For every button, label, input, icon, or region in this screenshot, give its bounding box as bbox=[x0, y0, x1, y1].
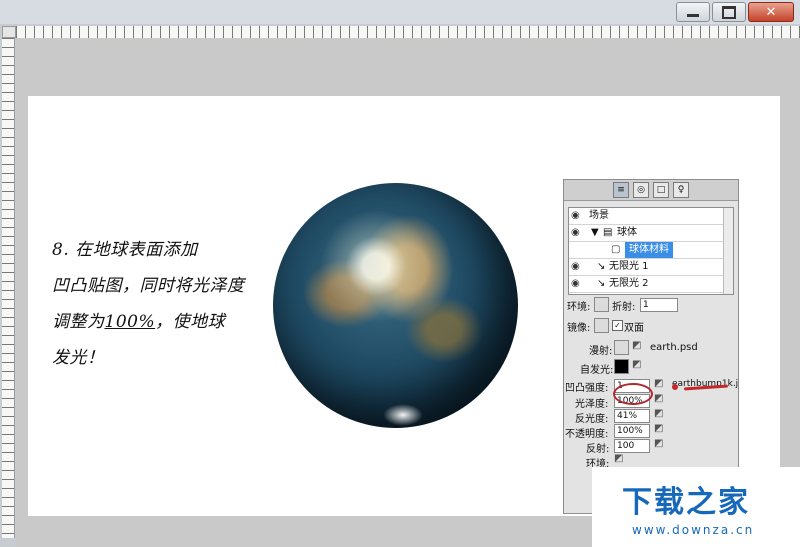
mirror-color-swatch[interactable] bbox=[594, 318, 609, 333]
close-button[interactable]: ✕ bbox=[748, 2, 794, 22]
reflection-label: 反射: bbox=[586, 444, 610, 455]
window-controls: ✕ bbox=[676, 2, 794, 22]
eye-icon[interactable]: ◉ bbox=[571, 210, 583, 222]
note-line: 调整为100%，使地球 bbox=[52, 304, 292, 340]
minimize-icon bbox=[687, 13, 699, 17]
shine-label: 反光度: bbox=[575, 414, 609, 425]
maximize-button[interactable] bbox=[712, 2, 746, 22]
diffuse-color-swatch[interactable] bbox=[614, 340, 629, 355]
texture-menu-icon[interactable]: ◩ bbox=[654, 393, 663, 404]
diffuse-label: 漫射: bbox=[589, 346, 613, 357]
list-item[interactable]: ◉ ▼ ▤ 球体 bbox=[569, 225, 733, 242]
double-sided-label: 双面 bbox=[624, 323, 644, 334]
globe-glow bbox=[383, 404, 423, 426]
maximize-icon bbox=[722, 5, 736, 19]
light-tab-icon[interactable]: ♀ bbox=[673, 182, 689, 198]
light-icon: ↘ bbox=[597, 278, 606, 289]
note-value: 100% bbox=[104, 312, 156, 332]
light-icon: ↘ bbox=[597, 261, 606, 272]
scene-item-label: 球体 bbox=[617, 227, 637, 238]
watermark-title: 下载之家 bbox=[622, 485, 750, 520]
watermark: 下载之家 www.downza.cn bbox=[592, 467, 800, 547]
shine-field[interactable]: 41% bbox=[614, 409, 650, 423]
eye-icon[interactable]: ◉ bbox=[571, 278, 583, 290]
annotation-circle bbox=[613, 383, 653, 405]
self-illumination-swatch[interactable] bbox=[614, 359, 629, 374]
scene-item-label: 无限光 2 bbox=[609, 278, 649, 289]
minimize-button[interactable] bbox=[676, 2, 710, 22]
scene-item-label: 球体材料 bbox=[625, 242, 673, 258]
opacity-field[interactable]: 100% bbox=[614, 424, 650, 438]
texture-menu-icon[interactable]: ◩ bbox=[632, 359, 641, 370]
close-icon: ✕ bbox=[765, 4, 777, 20]
list-item[interactable]: ◉ 场景 bbox=[569, 208, 733, 225]
scene-item-label: 场景 bbox=[589, 210, 609, 221]
note-line: 凹凸贴图，同时将光泽度 bbox=[52, 276, 245, 296]
texture-menu-icon[interactable]: ◩ bbox=[654, 438, 663, 449]
bump-strength-label: 凹凸强度: bbox=[565, 383, 609, 394]
opacity-label: 不透明度: bbox=[565, 429, 609, 440]
note-text: 调整为 bbox=[52, 312, 105, 332]
gloss-label: 光泽度: bbox=[575, 399, 609, 410]
note-text: ，使地球 bbox=[155, 312, 226, 332]
texture-menu-icon[interactable]: ◩ bbox=[632, 340, 641, 351]
refraction-field[interactable]: 1 bbox=[640, 298, 678, 312]
texture-menu-icon[interactable]: ◩ bbox=[654, 408, 663, 419]
chevron-down-icon[interactable]: ▼ bbox=[591, 225, 599, 241]
texture-menu-icon[interactable]: ◩ bbox=[614, 453, 623, 464]
scene-list[interactable]: ◉ 场景 ◉ ▼ ▤ 球体 ▢ 球体材料 ◉ ↘ 无限光 1 ◉ ↘ 无限光 2 bbox=[568, 207, 734, 295]
refraction-label: 折射: bbox=[612, 302, 636, 313]
handwritten-note: 8. 在地球表面添加 凹凸贴图，同时将光泽度 调整为100%，使地球 发光！ bbox=[52, 232, 292, 376]
ambient-label: 环境: bbox=[567, 302, 591, 313]
panel-tabs: ≡ ◎ □ ♀ bbox=[564, 180, 738, 201]
scene-tab-icon[interactable]: ≡ bbox=[613, 182, 629, 198]
eye-icon[interactable]: ◉ bbox=[571, 227, 583, 239]
texture-menu-icon[interactable]: ◩ bbox=[654, 378, 663, 389]
window-titlebar: ✕ bbox=[0, 0, 800, 24]
ambient-color-swatch[interactable] bbox=[594, 297, 609, 312]
material-tab-icon[interactable]: □ bbox=[653, 182, 669, 198]
vertical-ruler[interactable] bbox=[2, 38, 15, 538]
watermark-url: www.downza.cn bbox=[632, 523, 755, 537]
mirror-label: 镜像: bbox=[567, 323, 591, 334]
self-illumination-label: 自发光: bbox=[580, 365, 614, 376]
diffuse-texture-file: earth.psd bbox=[650, 342, 698, 353]
note-line: 8. 在地球表面添加 bbox=[52, 240, 198, 260]
list-item[interactable]: ◉ ↘ 无限光 1 bbox=[569, 259, 733, 276]
reflection-field[interactable]: 100 bbox=[614, 439, 650, 453]
note-line: 发光！ bbox=[52, 348, 105, 368]
list-item[interactable]: ◉ ↘ 无限光 2 bbox=[569, 276, 733, 293]
ruler-corner bbox=[2, 26, 16, 38]
scrollbar[interactable] bbox=[723, 208, 733, 294]
sphere-icon: ▤ bbox=[603, 227, 613, 238]
material-icon: ▢ bbox=[611, 244, 621, 255]
scene-item-label: 无限光 1 bbox=[609, 261, 649, 272]
eye-icon[interactable]: ◉ bbox=[571, 261, 583, 273]
earth-globe-image[interactable] bbox=[273, 183, 518, 428]
annotation-dot bbox=[672, 384, 678, 390]
texture-menu-icon[interactable]: ◩ bbox=[654, 423, 663, 434]
properties-panel: ≡ ◎ □ ♀ ◉ 场景 ◉ ▼ ▤ 球体 ▢ 球体材料 ◉ ↘ 无限光 1 ◉… bbox=[563, 179, 739, 514]
list-item[interactable]: ▢ 球体材料 bbox=[569, 242, 733, 259]
double-sided-checkbox[interactable]: ✓ bbox=[612, 320, 623, 331]
sphere-tab-icon[interactable]: ◎ bbox=[633, 182, 649, 198]
